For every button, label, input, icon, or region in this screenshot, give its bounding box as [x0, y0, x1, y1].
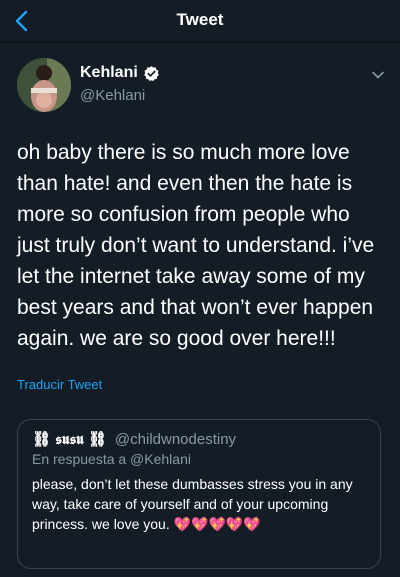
quoted-author-name: ⛓ 𝖘𝖚𝖘𝖚 ⛓ [32, 431, 107, 448]
quoted-tweet-card[interactable]: ⛓ 𝖘𝖚𝖘𝖚 ⛓ @childwnodestiny En respuesta a… [17, 419, 381, 569]
translate-tweet-link[interactable]: Traducir Tweet [17, 377, 102, 392]
quoted-tweet-header: ⛓ 𝖘𝖚𝖘𝖚 ⛓ @childwnodestiny [32, 430, 366, 448]
tweet-text: oh baby there is so much more love than … [17, 141, 375, 350]
tweet-author[interactable]: Kehlani @Kehlani [17, 58, 387, 114]
reply-context: En respuesta a @Kehlani [32, 451, 191, 467]
avatar[interactable] [17, 58, 71, 112]
avatar-image [17, 58, 71, 112]
author-handle[interactable]: @Kehlani [80, 87, 145, 104]
verified-badge-icon [144, 65, 159, 81]
chevron-down-icon[interactable] [371, 68, 385, 82]
page-title: Tweet [176, 10, 224, 29]
quoted-author-handle: @childwnodestiny [114, 431, 237, 448]
navigation-bar: Tweet [0, 0, 400, 43]
quoted-tweet-text: please, don’t let these dumbasses stress… [32, 476, 353, 532]
name-row: Kehlani [80, 64, 160, 82]
author-display-name[interactable]: Kehlani [80, 64, 138, 82]
